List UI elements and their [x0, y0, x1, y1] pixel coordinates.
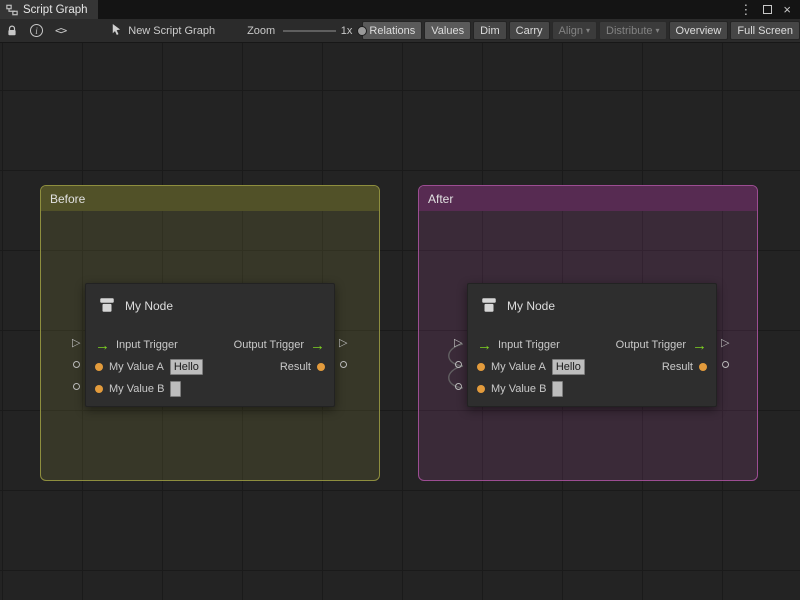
- unit-icon: [480, 296, 498, 317]
- control-input-port[interactable]: ▷: [72, 338, 80, 349]
- node-body[interactable]: My Node → Input Trigger Output Trigger →…: [85, 283, 335, 407]
- values-button[interactable]: Values: [424, 21, 471, 40]
- trigger-row: → Input Trigger Output Trigger →: [86, 334, 334, 356]
- zoom-label: Zoom: [247, 25, 275, 37]
- node-rows: → Input Trigger Output Trigger → My Valu…: [86, 328, 334, 400]
- info-icon[interactable]: i: [24, 19, 49, 42]
- result-label: Result: [280, 361, 311, 373]
- node-header[interactable]: My Node: [86, 284, 334, 328]
- value-b-row: My Value B: [86, 378, 334, 400]
- value-b-dot-icon: [95, 385, 103, 393]
- distribute-button[interactable]: Distribute ▾: [599, 21, 666, 40]
- value-a-port[interactable]: [455, 361, 462, 368]
- carry-button[interactable]: Carry: [509, 21, 550, 40]
- maximize-icon[interactable]: [763, 5, 772, 14]
- node-my-node-after[interactable]: ▷ ▷ My Node → I: [453, 283, 733, 407]
- node-my-node-before[interactable]: ▷ ▷ My Node → I: [71, 283, 351, 407]
- value-a-dot-icon: [477, 363, 485, 371]
- value-a-dot-icon: [95, 363, 103, 371]
- lock-icon[interactable]: [0, 19, 24, 42]
- kebab-menu-icon[interactable]: ⋮: [739, 3, 752, 16]
- output-trigger-label: Output Trigger: [616, 339, 686, 351]
- my-value-b-label: My Value B: [109, 383, 164, 395]
- value-a-port[interactable]: [73, 361, 80, 368]
- group-before-header[interactable]: Before: [41, 186, 379, 211]
- result-port[interactable]: [340, 361, 347, 368]
- unit-icon: [98, 296, 116, 317]
- group-after-label: After: [428, 192, 453, 206]
- group-before-label: Before: [50, 192, 85, 206]
- graph-canvas[interactable]: Before After ▷ ▷: [0, 43, 800, 600]
- graph-name-label: New Script Graph: [128, 25, 215, 37]
- value-a-field[interactable]: Hello: [170, 359, 203, 375]
- overview-button[interactable]: Overview: [669, 21, 729, 40]
- window-controls: ⋮ ×: [739, 0, 800, 19]
- my-value-a-label: My Value A: [109, 361, 164, 373]
- control-output-port[interactable]: ▷: [339, 338, 347, 349]
- node-rows: → Input Trigger Output Trigger → My Valu…: [468, 328, 716, 400]
- my-value-a-label: My Value A: [491, 361, 546, 373]
- graph-name-button[interactable]: New Script Graph: [110, 23, 215, 39]
- value-b-field[interactable]: [552, 381, 563, 397]
- value-b-dot-icon: [477, 385, 485, 393]
- script-graph-icon: [6, 4, 18, 16]
- flow-in-icon: →: [477, 338, 492, 353]
- value-a-field[interactable]: Hello: [552, 359, 585, 375]
- zoom-slider[interactable]: [283, 19, 336, 43]
- node-body[interactable]: My Node → Input Trigger Output Trigger →…: [467, 283, 717, 407]
- trigger-row: → Input Trigger Output Trigger →: [468, 334, 716, 356]
- zoom-slider-handle[interactable]: [357, 26, 367, 36]
- output-trigger-label: Output Trigger: [234, 339, 304, 351]
- node-title: My Node: [507, 299, 555, 313]
- result-label: Result: [662, 361, 693, 373]
- input-trigger-label: Input Trigger: [498, 339, 560, 351]
- node-title: My Node: [125, 299, 173, 313]
- value-a-row: My Value A Hello Result: [468, 356, 716, 378]
- result-dot-icon: [317, 363, 325, 371]
- zoom-slider-track: [283, 30, 336, 32]
- unity-graph-window: Script Graph ⋮ × i <> New S: [0, 0, 800, 600]
- input-trigger-label: Input Trigger: [116, 339, 178, 351]
- value-b-port[interactable]: [73, 383, 80, 390]
- chevron-down-icon: ▾: [586, 27, 590, 35]
- graph-pointer-icon: [110, 23, 122, 39]
- flow-out-icon: →: [310, 338, 325, 353]
- flow-out-icon: →: [692, 338, 707, 353]
- value-b-field[interactable]: [170, 381, 181, 397]
- tab-script-graph[interactable]: Script Graph: [0, 0, 98, 19]
- control-input-port[interactable]: ▷: [454, 338, 462, 349]
- value-b-row: My Value B: [468, 378, 716, 400]
- relations-button[interactable]: Relations: [362, 21, 422, 40]
- value-a-row: My Value A Hello Result: [86, 356, 334, 378]
- group-after-header[interactable]: After: [419, 186, 757, 211]
- close-icon[interactable]: ×: [783, 3, 791, 16]
- flow-in-icon: →: [95, 338, 110, 353]
- result-dot-icon: [699, 363, 707, 371]
- node-header[interactable]: My Node: [468, 284, 716, 328]
- fullscreen-button[interactable]: Full Screen: [730, 21, 800, 40]
- graph-toolbar: i <> New Script Graph Zoom 1x Relations …: [0, 19, 800, 43]
- tab-title: Script Graph: [23, 4, 88, 16]
- result-port[interactable]: [722, 361, 729, 368]
- tab-bar: Script Graph ⋮ ×: [0, 0, 800, 19]
- value-b-port[interactable]: [455, 383, 462, 390]
- dim-button[interactable]: Dim: [473, 21, 507, 40]
- chevron-down-icon: ▾: [656, 27, 660, 35]
- my-value-b-label: My Value B: [491, 383, 546, 395]
- code-view-icon[interactable]: <>: [49, 19, 72, 42]
- control-output-port[interactable]: ▷: [721, 338, 729, 349]
- align-button[interactable]: Align ▾: [552, 21, 597, 40]
- zoom-value: 1x: [341, 25, 353, 37]
- toolbar-buttons: Relations Values Dim Carry Align ▾ Distr…: [362, 21, 800, 40]
